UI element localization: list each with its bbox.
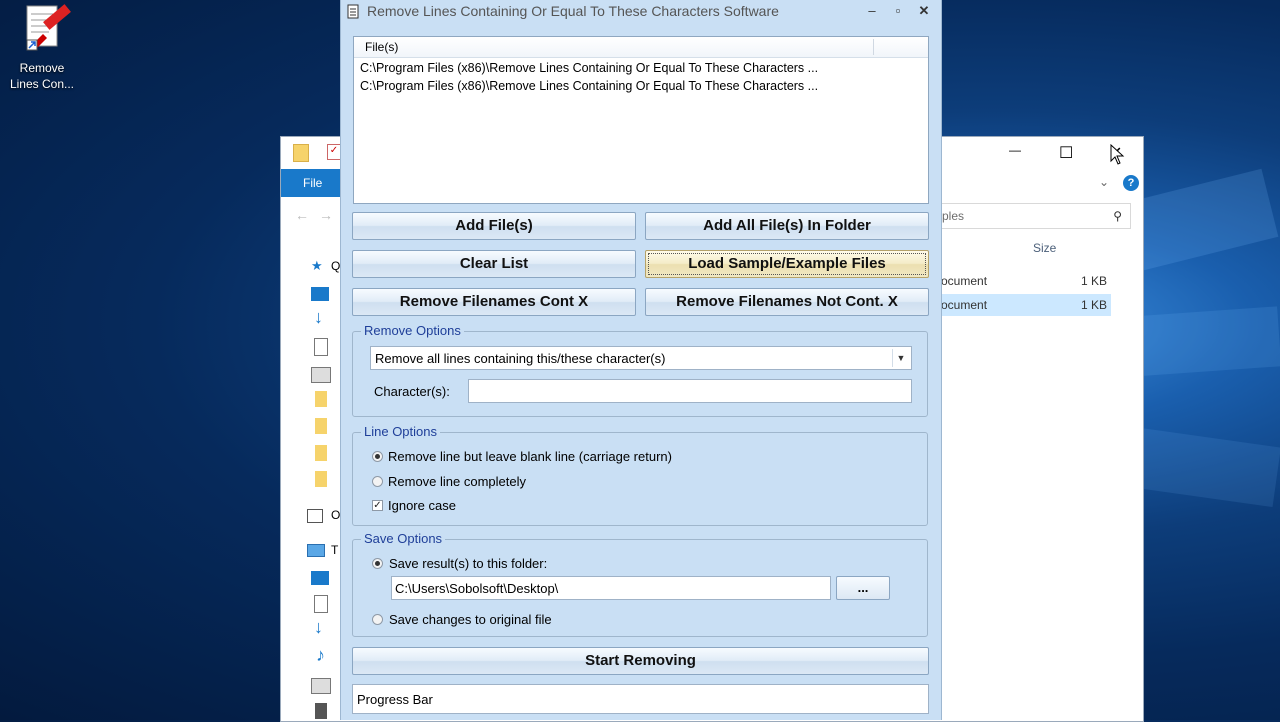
save-options-legend: Save Options — [361, 531, 446, 546]
file-row[interactable]: ocument 1 KB — [941, 270, 1111, 292]
save-original-label[interactable]: Save changes to original file — [389, 612, 552, 627]
add-folder-button[interactable]: Add All File(s) In Folder — [645, 212, 929, 240]
desktop-icon[interactable] — [311, 571, 329, 585]
save-to-folder-radio[interactable] — [372, 558, 383, 569]
back-arrow-icon[interactable]: ← — [295, 207, 309, 223]
documents-icon[interactable] — [314, 338, 328, 356]
app-shortcut-icon — [19, 2, 71, 58]
output-folder-value: C:\Users\Sobolsoft\Desktop\ — [395, 581, 559, 596]
remove-filenames-cont-button[interactable]: Remove Filenames Cont X — [352, 288, 636, 316]
folder-icon — [293, 144, 309, 162]
forward-arrow-icon[interactable]: → — [319, 207, 333, 223]
column-separator[interactable] — [873, 39, 874, 55]
load-sample-button[interactable]: Load Sample/Example Files — [645, 250, 929, 278]
help-icon[interactable]: ? — [1123, 175, 1139, 191]
leave-blank-line-radio[interactable] — [372, 451, 383, 462]
app-close-button[interactable]: ✕ — [911, 0, 937, 22]
size-column-label: Size — [1033, 241, 1057, 255]
quick-access-star-icon[interactable]: ★ — [311, 258, 323, 274]
ignore-case-label[interactable]: Ignore case — [388, 498, 456, 513]
progress-bar-label: Progress Bar — [357, 692, 433, 707]
app-titlebar: Remove Lines Containing Or Equal To Thes… — [341, 0, 941, 22]
remove-filenames-not-cont-button[interactable]: Remove Filenames Not Cont. X — [645, 288, 929, 316]
browse-folder-button[interactable]: ... — [836, 576, 890, 600]
file-row-name: ocument — [941, 298, 988, 312]
remove-completely-radio[interactable] — [372, 476, 383, 487]
file-row-selected[interactable]: ocument 1 KB — [941, 294, 1111, 316]
characters-label: Character(s): — [374, 384, 450, 399]
folder-icon[interactable] — [315, 471, 327, 487]
remove-mode-value: Remove all lines containing this/these c… — [375, 351, 666, 366]
remove-completely-label[interactable]: Remove line completely — [388, 474, 526, 489]
app-title-icon — [347, 3, 361, 19]
download-arrow-icon[interactable]: ↓ — [314, 617, 323, 638]
file-list-item[interactable]: C:\Program Files (x86)\Remove Lines Cont… — [360, 79, 818, 93]
checkmark-icon: ✓ — [327, 144, 341, 160]
nav-letter: O — [331, 508, 341, 522]
chevron-down-icon[interactable]: ⌄ — [1099, 175, 1109, 189]
documents-icon[interactable] — [314, 595, 328, 613]
desktop-icon[interactable] — [311, 287, 329, 301]
pictures-icon[interactable] — [311, 367, 331, 383]
remove-lines-app-window[interactable]: Remove Lines Containing Or Equal To Thes… — [340, 0, 942, 720]
file-row-size: 1 KB — [1080, 298, 1107, 312]
music-note-icon[interactable]: ♪ — [316, 645, 325, 666]
nav-letter: Q — [331, 259, 341, 273]
app-minimize-button[interactable]: – — [859, 0, 885, 22]
pictures-icon[interactable] — [311, 678, 331, 694]
nav-letter: T — [331, 543, 339, 557]
mouse-cursor-icon — [1110, 143, 1126, 169]
file-column-header: File(s) — [365, 40, 399, 54]
explorer-maximize-button[interactable]: ☐ — [1059, 143, 1073, 163]
start-removing-button[interactable]: Start Removing — [352, 647, 929, 675]
file-row-name: ocument — [941, 274, 988, 288]
file-row-size: 1 KB — [1080, 274, 1107, 288]
output-folder-input[interactable]: C:\Users\Sobolsoft\Desktop\ — [391, 576, 831, 600]
search-placeholder: ples — [942, 209, 965, 223]
ignore-case-checkbox[interactable]: ✓ — [372, 500, 383, 511]
line-options-legend: Line Options — [361, 424, 440, 439]
clear-list-button[interactable]: Clear List — [352, 250, 636, 278]
line-options-group: Line Options Remove line but leave blank… — [352, 424, 928, 526]
explorer-search-input[interactable]: ples ⚲ — [941, 203, 1131, 229]
onedrive-icon[interactable] — [307, 509, 323, 523]
file-list-header[interactable]: File(s) — [354, 37, 928, 58]
videos-icon[interactable] — [315, 703, 327, 719]
chevron-down-icon[interactable]: ▼ — [892, 349, 909, 367]
remove-options-group: Remove Options Remove all lines containi… — [352, 323, 928, 417]
desktop-shortcut-remove-lines[interactable]: Remove Lines Con... — [6, 2, 78, 92]
desktop-icon-label: Remove Lines Con... — [9, 61, 75, 91]
save-options-group: Save Options Save result(s) to this fold… — [352, 531, 928, 637]
ribbon-file-tab[interactable]: File — [281, 169, 343, 197]
app-title: Remove Lines Containing Or Equal To Thes… — [367, 3, 779, 19]
folder-icon[interactable] — [315, 391, 327, 407]
file-list-item[interactable]: C:\Program Files (x86)\Remove Lines Cont… — [360, 61, 818, 75]
search-icon: ⚲ — [1113, 209, 1122, 223]
save-original-radio[interactable] — [372, 614, 383, 625]
this-pc-icon[interactable] — [307, 544, 325, 557]
folder-icon[interactable] — [315, 445, 327, 461]
file-list[interactable]: File(s) C:\Program Files (x86)\Remove Li… — [353, 36, 929, 204]
app-maximize-button[interactable]: ▫ — [885, 0, 911, 22]
progress-bar: Progress Bar — [352, 684, 929, 714]
characters-input[interactable] — [468, 379, 912, 403]
save-to-folder-label[interactable]: Save result(s) to this folder: — [389, 556, 547, 571]
folder-icon[interactable] — [315, 418, 327, 434]
leave-blank-line-label[interactable]: Remove line but leave blank line (carria… — [388, 449, 672, 464]
add-files-button[interactable]: Add File(s) — [352, 212, 636, 240]
remove-mode-select[interactable]: Remove all lines containing this/these c… — [370, 346, 912, 370]
remove-options-legend: Remove Options — [361, 323, 464, 338]
explorer-minimize-button[interactable]: — — [1009, 143, 1021, 157]
download-arrow-icon[interactable]: ↓ — [314, 307, 323, 328]
